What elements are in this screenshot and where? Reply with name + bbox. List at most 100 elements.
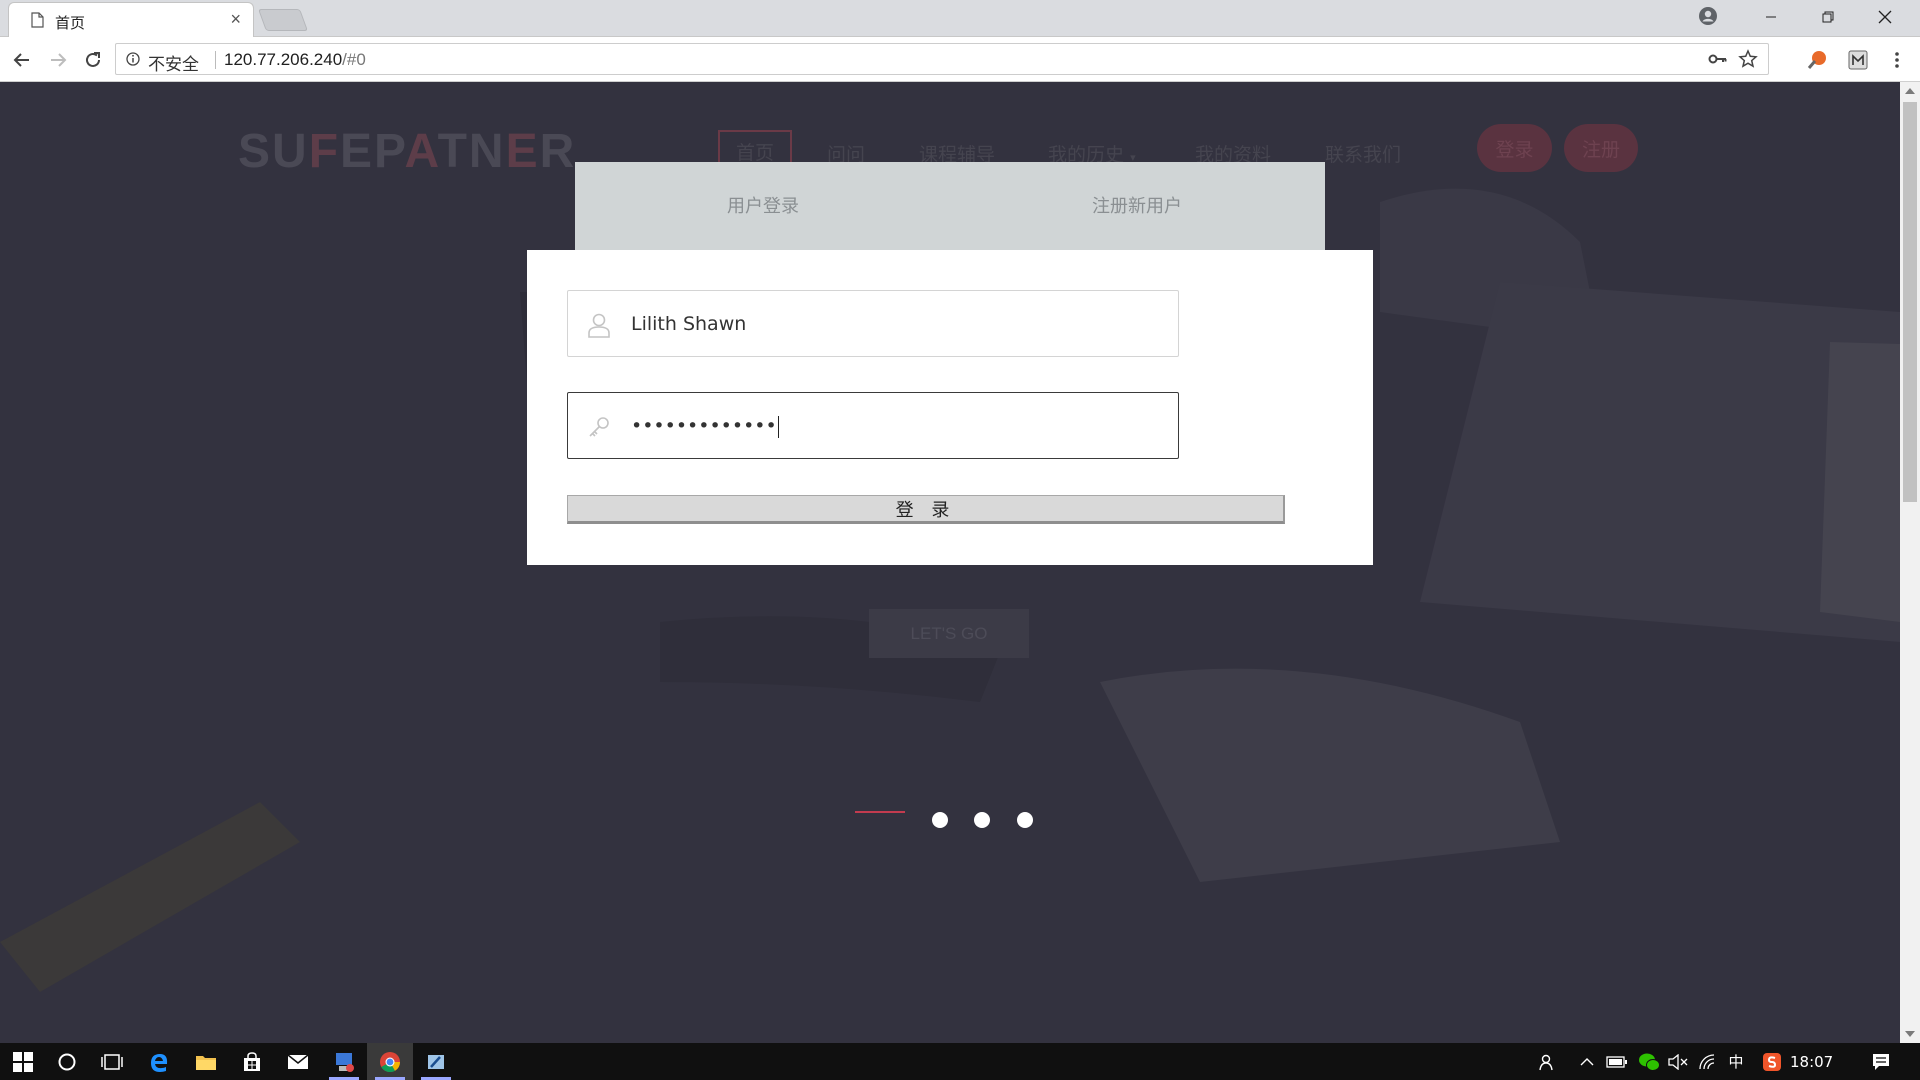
login-submit-button[interactable]: 登 录 (567, 495, 1285, 524)
tab-close-icon[interactable]: × (230, 10, 241, 28)
browser-title-bar: 首页 × (0, 0, 1920, 37)
address-divider (215, 51, 216, 69)
tray-volume[interactable] (1666, 1043, 1690, 1080)
restore-icon (1822, 11, 1834, 23)
username-field[interactable]: Lilith Shawn (567, 290, 1179, 357)
user-icon (588, 313, 610, 338)
site-login-button[interactable]: 登录 (1477, 124, 1552, 172)
forward-button[interactable] (45, 47, 71, 73)
password-field[interactable]: ••••••••••••• (567, 392, 1179, 459)
modal-tab-bar: 用户登录 注册新用户 (575, 162, 1325, 251)
cortana-icon (58, 1053, 76, 1070)
login-modal: Lilith Shawn ••••••••••••• 登 录 (527, 250, 1373, 565)
taskbar-file-explorer[interactable] (183, 1043, 229, 1080)
reload-button[interactable] (80, 47, 106, 73)
sogou-input-icon (1763, 1052, 1781, 1071)
wifi-icon (1699, 1053, 1715, 1069)
page-scrollbar[interactable] (1900, 82, 1920, 1043)
password-dots: ••••••••••••• (631, 415, 777, 437)
cortana-button[interactable] (44, 1043, 90, 1080)
tray-wifi[interactable] (1696, 1043, 1720, 1080)
tray-battery[interactable] (1605, 1043, 1629, 1080)
slider-dot[interactable] (974, 812, 990, 828)
tray-people-button[interactable] (1532, 1043, 1562, 1080)
chevron-up-icon (1580, 1057, 1594, 1065)
extension-icon-brush[interactable] (1806, 49, 1828, 71)
logo-part-accent: A (404, 125, 438, 178)
tray-overflow-button[interactable] (1576, 1043, 1598, 1080)
username-value: Lilith Shawn (631, 313, 747, 335)
reload-icon (86, 52, 100, 67)
taskbar-app-network[interactable] (321, 1043, 367, 1080)
close-icon (1878, 10, 1892, 24)
tab-register[interactable]: 注册新用户 (1092, 192, 1182, 218)
logo-part: EP (340, 125, 405, 178)
scroll-down-icon[interactable] (1905, 1031, 1915, 1037)
slider-dot[interactable] (1017, 812, 1033, 828)
site-register-button[interactable]: 注册 (1564, 124, 1638, 172)
site-logo[interactable]: SUFEPATNER (238, 124, 576, 179)
arrow-right-icon (51, 53, 67, 67)
minimize-icon (1766, 16, 1776, 18)
slider-dot[interactable] (932, 812, 948, 828)
logo-part: TN (437, 125, 506, 178)
taskbar-mail[interactable] (275, 1043, 321, 1080)
url-host: 120.77.206.240 (224, 50, 343, 69)
logo-part-accent: E (505, 125, 540, 178)
people-icon (1539, 1054, 1553, 1070)
account-icon[interactable] (1698, 6, 1718, 26)
task-view-button[interactable] (89, 1043, 135, 1080)
volume-muted-icon (1668, 1053, 1688, 1070)
close-window-button[interactable] (1862, 0, 1908, 34)
network-app-icon (336, 1052, 354, 1072)
tray-ime[interactable]: 中 (1724, 1043, 1748, 1080)
tray-wechat[interactable] (1636, 1043, 1662, 1080)
url-fragment: /#0 (342, 50, 366, 69)
wechat-icon (1639, 1053, 1660, 1071)
start-button[interactable] (0, 1043, 46, 1080)
editor-app-icon (428, 1054, 444, 1069)
password-value: ••••••••••••• (631, 415, 779, 438)
action-center-button[interactable] (1866, 1043, 1896, 1080)
arrow-left-icon (13, 53, 29, 67)
store-bag-icon (244, 1051, 260, 1071)
chrome-icon (380, 1051, 401, 1072)
taskbar-edge[interactable] (136, 1043, 182, 1080)
browser-tab-active[interactable]: 首页 × (8, 2, 254, 37)
lets-go-button[interactable]: LET'S GO (869, 609, 1029, 658)
slider-indicator-active[interactable] (855, 811, 905, 813)
text-caret (777, 415, 779, 438)
back-button[interactable] (9, 47, 35, 73)
battery-icon (1606, 1055, 1627, 1068)
tray-sogou[interactable] (1760, 1043, 1784, 1080)
restore-button[interactable] (1805, 0, 1851, 34)
address-bar[interactable]: 不安全 120.77.206.240/#0 (115, 43, 1769, 75)
page-icon (31, 12, 44, 28)
security-label[interactable]: 不安全 (148, 50, 199, 75)
taskbar-store[interactable] (229, 1043, 275, 1080)
nav-item-contact[interactable]: 联系我们 (1325, 140, 1401, 167)
notification-icon (1873, 1053, 1889, 1070)
menu-icon[interactable] (1886, 49, 1908, 71)
scroll-thumb[interactable] (1903, 102, 1917, 502)
extension-icon-m[interactable] (1847, 49, 1869, 71)
browser-toolbar: 不安全 120.77.206.240/#0 (0, 37, 1920, 82)
info-icon[interactable] (126, 52, 140, 66)
logo-part: R (539, 125, 577, 178)
taskbar-chrome[interactable] (367, 1043, 413, 1080)
star-icon[interactable] (1738, 49, 1758, 69)
taskbar-clock[interactable]: 18:07 (1790, 1053, 1833, 1071)
task-view-icon (101, 1053, 123, 1070)
tab-user-login[interactable]: 用户登录 (727, 192, 799, 218)
minimize-button[interactable] (1748, 0, 1794, 34)
key-icon[interactable] (1708, 51, 1728, 67)
logo-part: SU (238, 125, 309, 178)
windows-taskbar: 中 18:07 (0, 1043, 1920, 1080)
taskbar-app-editor[interactable] (413, 1043, 459, 1080)
key-icon (589, 417, 609, 437)
edge-icon (151, 1053, 168, 1072)
new-tab-button[interactable] (257, 9, 309, 31)
windows-logo-icon (13, 1051, 33, 1072)
url-text[interactable]: 120.77.206.240/#0 (224, 50, 366, 70)
scroll-up-icon[interactable] (1905, 88, 1915, 94)
